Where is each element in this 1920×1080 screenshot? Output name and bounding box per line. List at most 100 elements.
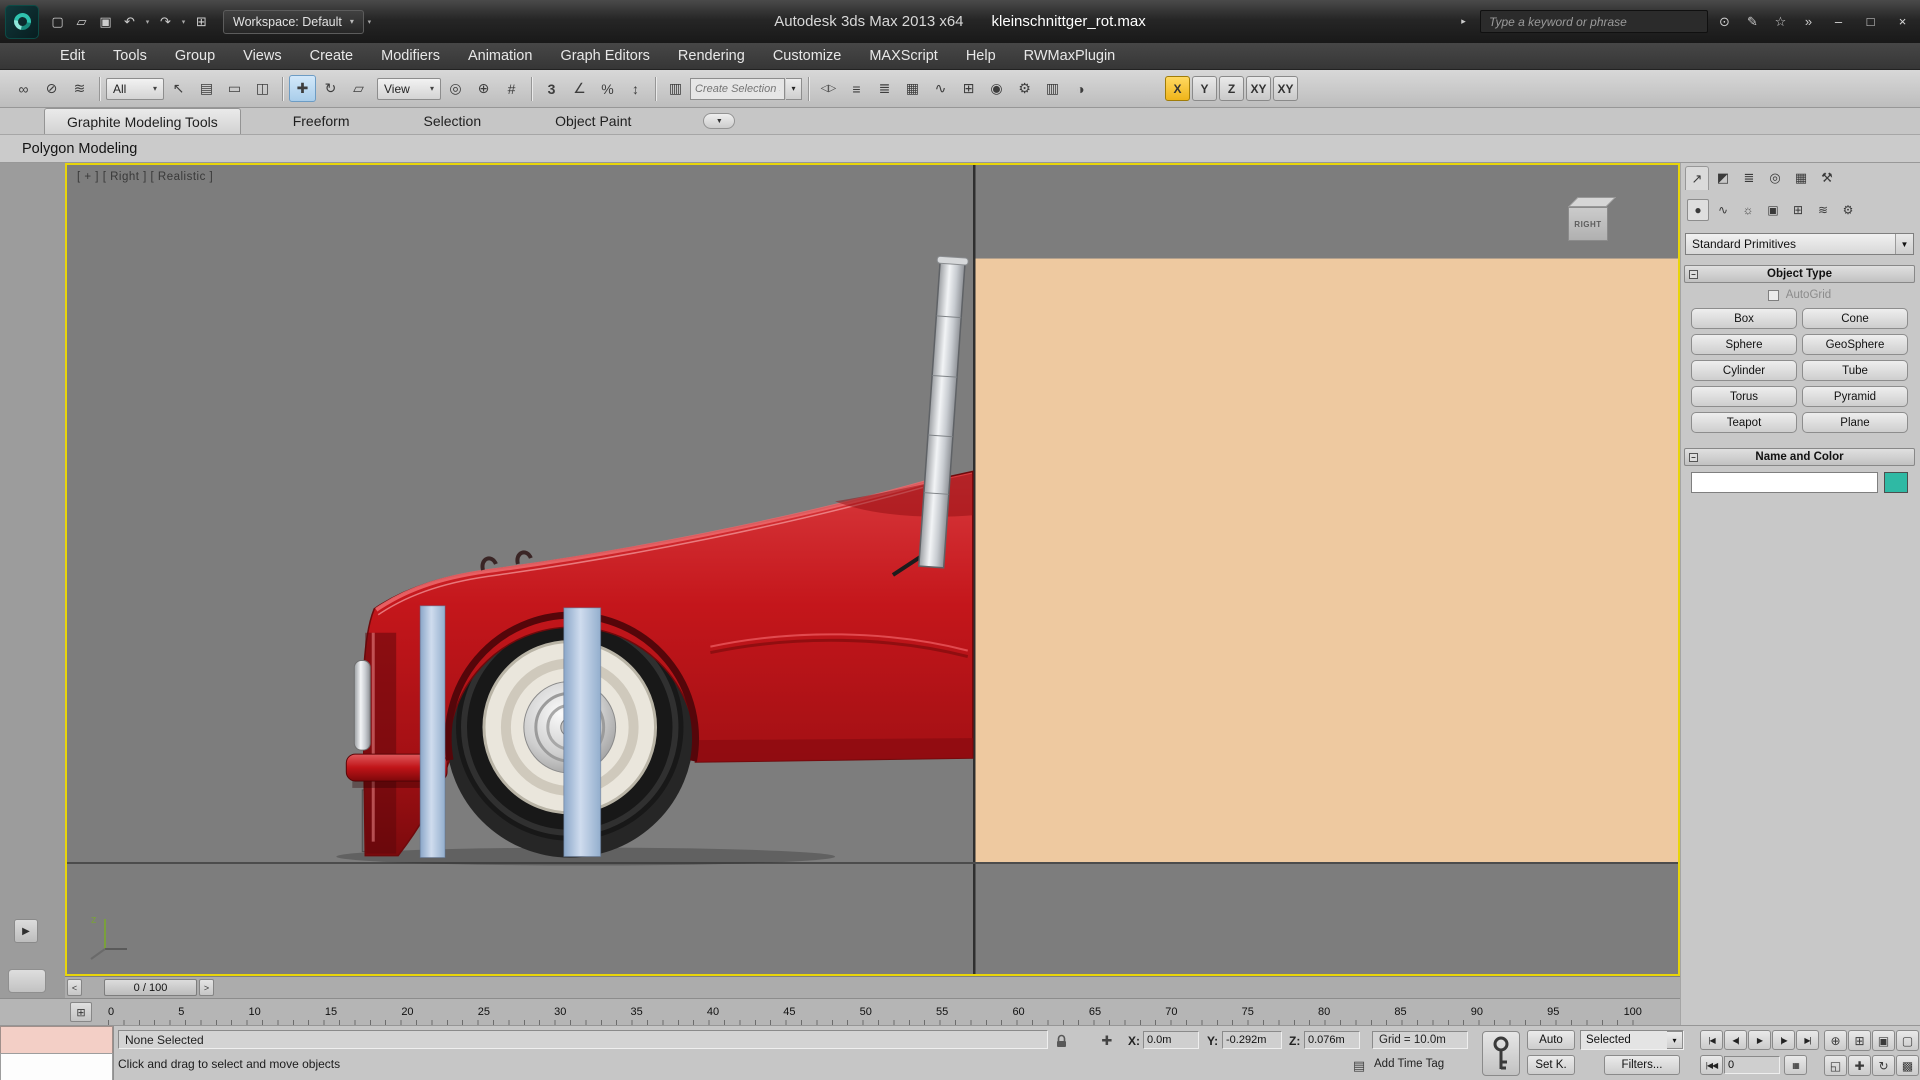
save-file-icon[interactable]: ▣: [94, 10, 117, 34]
time-slider-prev-button[interactable]: <: [67, 979, 82, 996]
menu-modifiers[interactable]: Modifiers: [367, 43, 454, 70]
search-icon[interactable]: ⊙: [1713, 10, 1736, 34]
z-coordinate-field[interactable]: [1304, 1031, 1360, 1049]
category-helpers-icon[interactable]: ⊞: [1787, 199, 1809, 221]
restrict-z-button[interactable]: Z: [1219, 76, 1244, 101]
bind-to-spacewarp-icon[interactable]: ≋: [66, 75, 93, 102]
open-mini-trackbar-icon[interactable]: ⊞: [70, 1002, 92, 1022]
track-bar[interactable]: ⊞ 0 5 10 15 20 25 30 35 40 45 50 55 60 6…: [0, 998, 1680, 1025]
autogrid-checkbox[interactable]: [1768, 290, 1779, 301]
category-lights-icon[interactable]: ☼: [1737, 199, 1759, 221]
menu-graph-editors[interactable]: Graph Editors: [546, 43, 663, 70]
maxscript-mini-listener[interactable]: [0, 1026, 114, 1080]
torus-button[interactable]: Torus: [1691, 386, 1797, 407]
chevron-down-icon[interactable]: ▼: [1895, 234, 1913, 254]
graphite-ribbon-toggle-icon[interactable]: ▦: [899, 75, 926, 102]
key-selection-dropdown[interactable]: Selected ▾: [1580, 1030, 1684, 1050]
plane-object[interactable]: [974, 259, 1678, 864]
layout-tabs-button[interactable]: ▶: [14, 919, 38, 943]
mirror-icon[interactable]: ◁▷: [815, 75, 842, 102]
category-geometry-icon[interactable]: ●: [1687, 199, 1709, 221]
selection-region-icon[interactable]: ▭: [221, 75, 248, 102]
sign-in-icon[interactable]: ☆: [1769, 10, 1792, 34]
tube-button[interactable]: Tube: [1802, 360, 1908, 381]
viewport-right[interactable]: [ + ] [ Right ] [ Realistic ] RIGHT z: [65, 163, 1680, 976]
redo-dropdown-icon[interactable]: ▾: [178, 10, 189, 34]
orbit-icon[interactable]: ↻: [1872, 1055, 1895, 1076]
percent-snap-icon[interactable]: %: [594, 75, 621, 102]
angle-snap-icon[interactable]: ∠: [566, 75, 593, 102]
viewcube[interactable]: RIGHT: [1563, 195, 1617, 245]
tab-hierarchy-icon[interactable]: ≣: [1737, 166, 1761, 190]
tab-graphite-modeling-tools[interactable]: Graphite Modeling Tools: [44, 108, 241, 134]
absolute-mode-icon[interactable]: ✚: [1096, 1030, 1118, 1051]
chevron-down-icon[interactable]: ▾: [1667, 1031, 1683, 1049]
menu-edit[interactable]: Edit: [46, 43, 99, 70]
object-type-rollout-header[interactable]: – Object Type: [1684, 265, 1915, 283]
object-name-input[interactable]: [1691, 472, 1878, 493]
redo-icon[interactable]: ↷: [154, 10, 177, 34]
named-selection-dropdown-icon[interactable]: ▾: [786, 78, 802, 100]
zoom-extents-icon[interactable]: ▣: [1872, 1030, 1895, 1051]
pyramid-button[interactable]: Pyramid: [1802, 386, 1908, 407]
maximize-icon[interactable]: □: [1857, 10, 1884, 34]
open-file-icon[interactable]: ▱: [70, 10, 93, 34]
listener-script-row[interactable]: [0, 1053, 113, 1080]
select-and-scale-icon[interactable]: ▱: [345, 75, 372, 102]
menu-customize[interactable]: Customize: [759, 43, 856, 70]
select-by-name-icon[interactable]: ▤: [193, 75, 220, 102]
menu-tools[interactable]: Tools: [99, 43, 161, 70]
selection-filter-dropdown[interactable]: All ▾: [106, 78, 164, 100]
box-button[interactable]: Box: [1691, 308, 1797, 329]
field-of-view-icon[interactable]: ◱: [1824, 1055, 1847, 1076]
y-coordinate-field[interactable]: [1222, 1031, 1282, 1049]
close-icon[interactable]: ×: [1889, 10, 1916, 34]
time-slider-next-button[interactable]: >: [199, 979, 214, 996]
curve-editor-icon[interactable]: ∿: [927, 75, 954, 102]
schematic-view-icon[interactable]: ⊞: [955, 75, 982, 102]
listener-macro-row[interactable]: [0, 1026, 113, 1053]
edit-named-selections-icon[interactable]: ▥: [662, 75, 689, 102]
x-coordinate-field[interactable]: [1143, 1031, 1199, 1049]
menu-views[interactable]: Views: [229, 43, 295, 70]
render-production-icon[interactable]: ◑: [1067, 75, 1094, 102]
more-icon[interactable]: »: [1797, 10, 1820, 34]
tab-motion-icon[interactable]: ◎: [1763, 166, 1787, 190]
align-icon[interactable]: ≡: [843, 75, 870, 102]
viewport-scene[interactable]: [67, 165, 1678, 974]
window-crossing-icon[interactable]: ◫: [249, 75, 276, 102]
tab-display-icon[interactable]: ▦: [1789, 166, 1813, 190]
go-to-start-button[interactable]: |◀: [1700, 1030, 1723, 1050]
tab-freeform[interactable]: Freeform: [271, 108, 372, 134]
geosphere-button[interactable]: GeoSphere: [1802, 334, 1908, 355]
menu-rendering[interactable]: Rendering: [664, 43, 759, 70]
object-color-swatch[interactable]: [1884, 472, 1908, 493]
tab-utilities-icon[interactable]: ⚒: [1815, 166, 1839, 190]
restrict-xy-button[interactable]: XY: [1246, 76, 1271, 101]
snap-toggle-icon[interactable]: 3: [538, 75, 565, 102]
auto-key-button[interactable]: Auto: [1527, 1030, 1575, 1050]
tab-modify-icon[interactable]: ◩: [1711, 166, 1735, 190]
teapot-button[interactable]: Teapot: [1691, 412, 1797, 433]
category-cameras-icon[interactable]: ▣: [1762, 199, 1784, 221]
new-scene-icon[interactable]: ▢: [46, 10, 69, 34]
time-configuration-button[interactable]: ▦: [1784, 1055, 1807, 1075]
viewcube-top-face[interactable]: [1568, 197, 1616, 207]
cylinder-button[interactable]: Cylinder: [1691, 360, 1797, 381]
menu-create[interactable]: Create: [296, 43, 368, 70]
restrict-y-button[interactable]: Y: [1192, 76, 1217, 101]
maximize-viewport-toggle-icon[interactable]: ▩: [1896, 1055, 1919, 1076]
keyboard-override-icon[interactable]: #: [498, 75, 525, 102]
tab-create-icon[interactable]: ↗: [1685, 166, 1709, 190]
communication-center-icon[interactable]: ✎: [1741, 10, 1764, 34]
stand-object-1[interactable]: [420, 606, 445, 858]
select-and-manipulate-icon[interactable]: ⊕: [470, 75, 497, 102]
tab-object-paint[interactable]: Object Paint: [533, 108, 653, 134]
named-selection-combo[interactable]: [690, 78, 785, 100]
sphere-button[interactable]: Sphere: [1691, 334, 1797, 355]
workspace-options-icon[interactable]: ▾: [364, 10, 375, 34]
key-mode-toggle-button[interactable]: |◀◀: [1700, 1055, 1723, 1075]
select-and-rotate-icon[interactable]: ↻: [317, 75, 344, 102]
workspace-dropdown[interactable]: Workspace: Default ▾: [223, 10, 364, 34]
current-frame-field[interactable]: [1724, 1056, 1780, 1074]
